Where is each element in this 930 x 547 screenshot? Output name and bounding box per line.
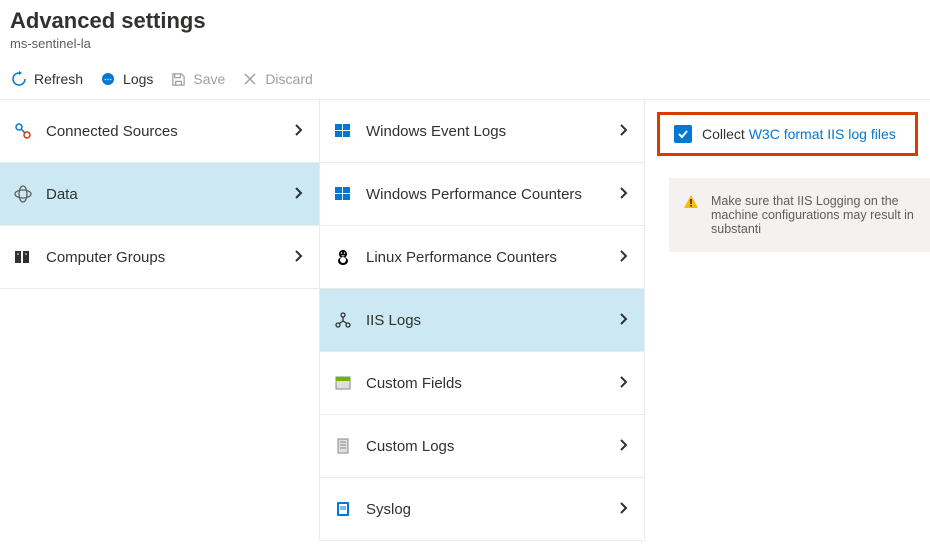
sidebar-item-label: Computer Groups bbox=[46, 249, 280, 266]
computer-groups-icon bbox=[14, 248, 32, 266]
category-list: Connected Sources Data Computer Groups bbox=[0, 100, 320, 540]
syslog-icon bbox=[334, 500, 352, 518]
chevron-right-icon bbox=[619, 438, 628, 455]
refresh-label: Refresh bbox=[34, 71, 83, 87]
datasource-linux-perf-counters[interactable]: Linux Performance Counters bbox=[320, 226, 644, 289]
w3c-format-link[interactable]: W3C format IIS log files bbox=[749, 126, 896, 142]
collect-checkbox[interactable] bbox=[674, 125, 692, 143]
chevron-right-icon bbox=[619, 123, 628, 140]
sidebar-item-label: Data bbox=[46, 186, 280, 203]
chevron-right-icon bbox=[294, 249, 303, 266]
datasource-custom-fields[interactable]: Custom Fields bbox=[320, 352, 644, 415]
discard-icon bbox=[241, 72, 259, 86]
svg-text:⋯: ⋯ bbox=[104, 75, 112, 84]
collect-prefix: Collect bbox=[702, 126, 749, 142]
warning-icon bbox=[683, 194, 699, 236]
sidebar-item-label: Connected Sources bbox=[46, 123, 280, 140]
save-icon bbox=[169, 72, 187, 87]
chevron-right-icon bbox=[619, 249, 628, 266]
logs-label: Logs bbox=[123, 71, 153, 87]
page-title: Advanced settings bbox=[10, 8, 920, 34]
checkmark-icon bbox=[677, 128, 689, 140]
sidebar-item-data[interactable]: Data bbox=[0, 163, 319, 226]
datasource-label: Linux Performance Counters bbox=[366, 249, 605, 266]
datasource-label: Custom Fields bbox=[366, 375, 605, 392]
windows-icon bbox=[334, 122, 352, 140]
datasource-label: Custom Logs bbox=[366, 438, 605, 455]
iis-icon bbox=[334, 311, 352, 329]
datasource-syslog[interactable]: Syslog bbox=[320, 478, 644, 541]
chevron-right-icon bbox=[619, 501, 628, 518]
windows-icon bbox=[334, 185, 352, 203]
connected-sources-icon bbox=[14, 122, 32, 140]
chevron-right-icon bbox=[619, 312, 628, 329]
refresh-icon bbox=[10, 71, 28, 87]
save-label: Save bbox=[193, 71, 225, 87]
datasource-label: Windows Event Logs bbox=[366, 123, 605, 140]
datasource-iis-logs[interactable]: IIS Logs bbox=[320, 289, 644, 352]
sidebar-item-connected-sources[interactable]: Connected Sources bbox=[0, 100, 319, 163]
datasource-label: IIS Logs bbox=[366, 312, 605, 329]
linux-icon bbox=[334, 248, 352, 266]
datasource-windows-perf-counters[interactable]: Windows Performance Counters bbox=[320, 163, 644, 226]
chevron-right-icon bbox=[294, 186, 303, 203]
datasource-label: Windows Performance Counters bbox=[366, 186, 605, 203]
datasource-label: Syslog bbox=[366, 501, 605, 518]
warning-text: Make sure that IIS Logging on the machin… bbox=[711, 194, 916, 236]
workspace-name: ms-sentinel-la bbox=[10, 36, 920, 51]
datasource-custom-logs[interactable]: Custom Logs bbox=[320, 415, 644, 478]
discard-button[interactable]: Discard bbox=[241, 71, 312, 87]
chevron-right-icon bbox=[619, 375, 628, 392]
save-button[interactable]: Save bbox=[169, 71, 225, 87]
chevron-right-icon bbox=[294, 123, 303, 140]
custom-logs-icon bbox=[334, 437, 352, 455]
toolbar: Refresh ⋯ Logs Save Discard bbox=[0, 55, 930, 100]
warning-banner: Make sure that IIS Logging on the machin… bbox=[669, 178, 930, 252]
refresh-button[interactable]: Refresh bbox=[10, 71, 83, 87]
data-icon bbox=[14, 185, 32, 203]
datasource-windows-event-logs[interactable]: Windows Event Logs bbox=[320, 100, 644, 163]
detail-pane: Collect W3C format IIS log files Make su… bbox=[645, 100, 930, 540]
custom-fields-icon bbox=[334, 374, 352, 392]
logs-button[interactable]: ⋯ Logs bbox=[99, 71, 153, 87]
logs-icon: ⋯ bbox=[99, 71, 117, 87]
chevron-right-icon bbox=[619, 186, 628, 203]
discard-label: Discard bbox=[265, 71, 312, 87]
sidebar-item-computer-groups[interactable]: Computer Groups bbox=[0, 226, 319, 289]
collect-option-row: Collect W3C format IIS log files bbox=[657, 112, 918, 156]
collect-label: Collect W3C format IIS log files bbox=[702, 126, 896, 142]
data-source-list: Windows Event Logs Windows Performance C… bbox=[320, 100, 645, 540]
